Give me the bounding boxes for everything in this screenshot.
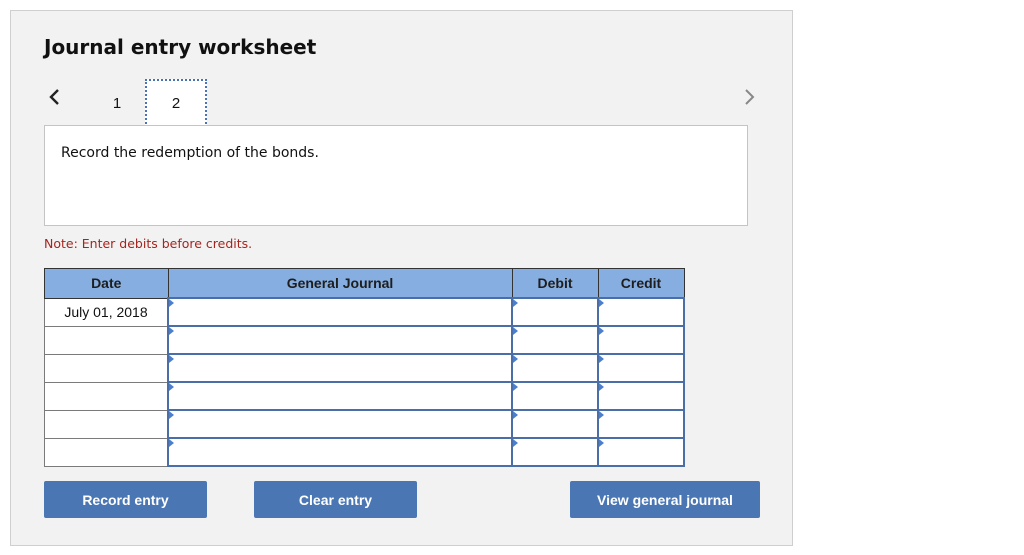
debit-input[interactable] <box>511 325 599 355</box>
debit-input[interactable] <box>511 409 599 439</box>
account-input[interactable] <box>167 353 513 383</box>
account-input[interactable] <box>167 437 513 467</box>
note-text: Note: Enter debits before credits. <box>44 236 253 251</box>
table-row: July 01, 2018 <box>44 297 685 327</box>
credit-input[interactable] <box>597 437 685 467</box>
date-cell[interactable] <box>44 353 169 383</box>
instruction-box: Record the redemption of the bonds. <box>44 125 748 226</box>
credit-input[interactable] <box>597 325 685 355</box>
credit-input[interactable] <box>597 353 685 383</box>
table-row <box>44 325 685 355</box>
header-debit: Debit <box>511 268 599 299</box>
table-header-row: Date General Journal Debit Credit <box>44 268 685 299</box>
date-cell[interactable]: July 01, 2018 <box>44 297 169 327</box>
account-input[interactable] <box>167 325 513 355</box>
prev-button[interactable] <box>45 85 65 109</box>
debit-input[interactable] <box>511 297 599 327</box>
table-row <box>44 381 685 411</box>
credit-input[interactable] <box>597 409 685 439</box>
tab-step-1[interactable]: 1 <box>86 79 148 127</box>
chevron-right-icon <box>745 89 755 105</box>
table-row <box>44 437 685 467</box>
credit-input[interactable] <box>597 381 685 411</box>
debit-input[interactable] <box>511 381 599 411</box>
header-date: Date <box>44 268 169 299</box>
credit-input[interactable] <box>597 297 685 327</box>
date-cell[interactable] <box>44 437 169 467</box>
header-credit: Credit <box>597 268 685 299</box>
clear-entry-button[interactable]: Clear entry <box>254 481 417 518</box>
account-input[interactable] <box>167 297 513 327</box>
date-cell[interactable] <box>44 409 169 439</box>
worksheet-panel: Journal entry worksheet 1 2 Record the r… <box>10 10 793 546</box>
tab-step-2[interactable]: 2 <box>145 79 207 127</box>
view-general-journal-button[interactable]: View general journal <box>570 481 760 518</box>
header-general-journal: General Journal <box>167 268 513 299</box>
instruction-text: Record the redemption of the bonds. <box>61 145 319 161</box>
debit-input[interactable] <box>511 353 599 383</box>
journal-table: Date General Journal Debit Credit July 0… <box>44 268 685 467</box>
debit-input[interactable] <box>511 437 599 467</box>
date-cell[interactable] <box>44 381 169 411</box>
account-input[interactable] <box>167 381 513 411</box>
next-button[interactable] <box>739 85 759 109</box>
record-entry-button[interactable]: Record entry <box>44 481 207 518</box>
page-title: Journal entry worksheet <box>44 35 317 59</box>
account-input[interactable] <box>167 409 513 439</box>
table-row <box>44 409 685 439</box>
table-row <box>44 353 685 383</box>
date-cell[interactable] <box>44 325 169 355</box>
chevron-left-icon <box>49 89 59 105</box>
